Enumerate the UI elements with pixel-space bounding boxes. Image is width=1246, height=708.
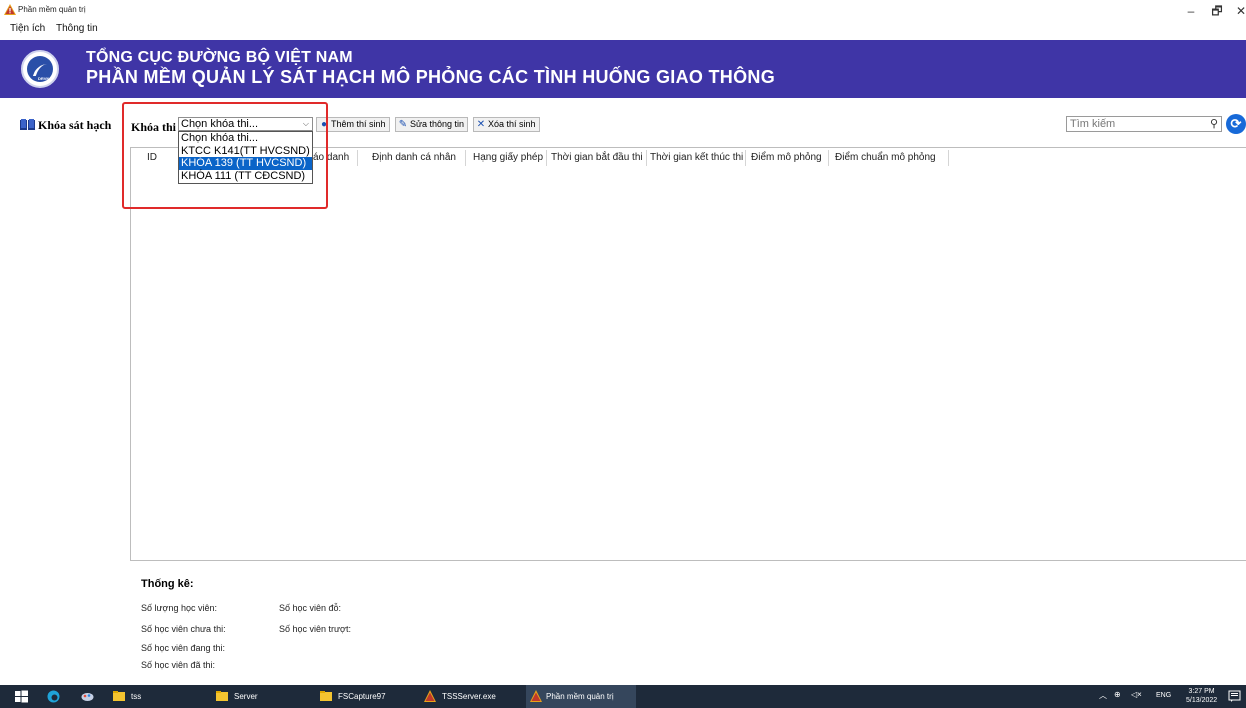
menu-item-utilities[interactable]: Tiện ích (10, 23, 45, 34)
warning-app-icon (530, 690, 542, 702)
header-banner: DRVN TỔNG CỤC ĐƯỜNG BỘ VIỆT NAM PHẦN MỀM… (0, 40, 1246, 98)
column-separator (546, 150, 547, 166)
add-icon: ● (320, 119, 328, 130)
taskbar: tss Server FSCapture97 TSSServer.exe Phầ… (0, 685, 1246, 708)
course-option[interactable]: KHÓA 111 (TT CĐCSND) (179, 170, 312, 183)
taskbar-app-server[interactable]: Server (216, 685, 306, 708)
banner-app-title: PHẦN MỀM QUẢN LÝ SÁT HẠCH MÔ PHỎNG CÁC T… (86, 67, 775, 87)
column-header-start-time[interactable]: Thời gian bắt đầu thi (551, 152, 643, 163)
taskbar-app-label: Server (234, 692, 258, 701)
course-option[interactable]: Chọn khóa thi... (179, 132, 312, 145)
stat-failed: Số học viên trượt: (279, 624, 351, 634)
menu-bar: Tiện ích Thông tin (0, 22, 1246, 36)
sidebar-item-label: Khóa sát hạch (38, 118, 112, 132)
window-title-bar: Phần mềm quản trị – 🗗 ✕ (0, 0, 1246, 22)
tray-chevron-up-icon[interactable]: ︿ (1099, 690, 1107, 701)
course-label: Khóa thi (131, 120, 177, 134)
edit-info-button[interactable]: ✎ Sửa thông tin (395, 117, 469, 132)
taskbar-app-label: tss (131, 692, 142, 701)
minimize-button[interactable]: – (1178, 3, 1204, 19)
search-placeholder: Tìm kiếm (1070, 118, 1116, 130)
column-header-sim-standard-score[interactable]: Điểm chuẩn mô phỏng (835, 152, 936, 163)
column-header-sim-score[interactable]: Điểm mô phỏng (751, 152, 822, 163)
column-header-candidate-number[interactable]: áo danh (313, 152, 349, 163)
language-indicator[interactable]: ENG (1156, 692, 1171, 699)
stat-passed: Số học viên đỗ: (279, 603, 342, 613)
column-separator (646, 150, 647, 166)
window-title: Phần mềm quản trị (18, 5, 86, 14)
maximize-button[interactable]: 🗗 (1204, 3, 1230, 19)
delete-candidate-button[interactable]: ✕ Xóa thí sinh (473, 117, 540, 132)
course-select[interactable]: Chọn khóa thi... ⌵ (178, 117, 313, 131)
close-button[interactable]: ✕ (1228, 3, 1246, 19)
add-candidate-button[interactable]: ● Thêm thí sinh (316, 117, 390, 132)
volume-muted-icon[interactable]: ◁× (1131, 690, 1142, 699)
clock-time: 3:27 PM (1188, 688, 1215, 695)
add-candidate-label: Thêm thí sinh (331, 119, 386, 129)
stat-taken: Số học viên đã thi: (141, 660, 216, 670)
column-header-end-time[interactable]: Thời gian kết thúc thi (650, 152, 743, 163)
delete-x-icon: ✕ (476, 119, 486, 130)
course-option-highlighted[interactable]: KHÓA 139 (TT HVCSND) (179, 157, 312, 170)
column-separator (745, 150, 746, 166)
stat-not-taken: Số học viên chưa thi: (141, 624, 226, 634)
course-select-value: Chọn khóa thi... (181, 118, 259, 130)
taskbar-app-label: Phần mềm quản trị (546, 692, 614, 701)
chevron-down-icon[interactable]: ⌵ (303, 118, 309, 130)
system-clock[interactable]: 3:27 PM 5/13/2022 (1186, 687, 1217, 705)
search-input[interactable]: Tìm kiếm ⚲ (1066, 116, 1222, 132)
column-header-license-class[interactable]: Hạng giấy phép (473, 152, 543, 163)
column-separator (828, 150, 829, 166)
taskbar-app-admin-software[interactable]: Phần mềm quản trị (526, 685, 636, 708)
drvn-logo: DRVN (21, 50, 59, 88)
taskbar-app-tss[interactable]: tss (113, 685, 203, 708)
column-separator (357, 150, 358, 166)
windows-start-icon[interactable] (15, 690, 28, 703)
candidates-table[interactable]: ID áo danh Định danh cá nhân Hạng giấy p… (130, 147, 1246, 561)
warning-app-icon (424, 690, 436, 702)
paint-app-icon[interactable] (81, 690, 94, 703)
folder-icon (320, 691, 332, 701)
refresh-icon[interactable]: ⟳ (1226, 114, 1246, 134)
folder-icon (113, 691, 125, 701)
edge-browser-icon[interactable] (47, 690, 60, 703)
column-separator (465, 150, 466, 166)
book-icon (20, 119, 35, 130)
search-icon[interactable]: ⚲ (1210, 117, 1218, 131)
stat-taking: Số học viên đang thi: (141, 643, 226, 653)
warning-app-icon (4, 4, 16, 15)
network-globe-icon[interactable]: ⊕ (1114, 690, 1121, 699)
column-header-personal-id[interactable]: Định danh cá nhân (372, 152, 456, 163)
menu-item-info[interactable]: Thông tin (56, 23, 98, 34)
folder-icon (216, 691, 228, 701)
course-option[interactable]: KTCC K141(TT HVCSND) (179, 145, 312, 158)
course-dropdown-list[interactable]: Chọn khóa thi... KTCC K141(TT HVCSND) KH… (178, 131, 313, 184)
sidebar-item-exam-course[interactable]: Khóa sát hạch (20, 118, 111, 133)
column-header-id[interactable]: ID (147, 152, 157, 163)
notification-center-icon[interactable] (1228, 690, 1241, 703)
clock-date: 5/13/2022 (1186, 697, 1218, 704)
banner-org-title: TỔNG CỤC ĐƯỜNG BỘ VIỆT NAM (86, 49, 353, 66)
stats-title: Thống kê: (141, 578, 194, 590)
taskbar-app-label: TSSServer.exe (442, 692, 496, 701)
taskbar-app-label: FSCapture97 (338, 692, 386, 701)
pencil-icon: ✎ (398, 119, 408, 130)
logo-text: DRVN (38, 76, 50, 81)
stat-total: Số lượng học viên: (141, 603, 217, 613)
column-separator (948, 150, 949, 166)
edit-info-label: Sửa thông tin (410, 119, 465, 129)
taskbar-app-fscapture[interactable]: FSCapture97 (320, 685, 410, 708)
delete-candidate-label: Xóa thí sinh (488, 119, 536, 129)
taskbar-app-tssserver[interactable]: TSSServer.exe (424, 685, 519, 708)
